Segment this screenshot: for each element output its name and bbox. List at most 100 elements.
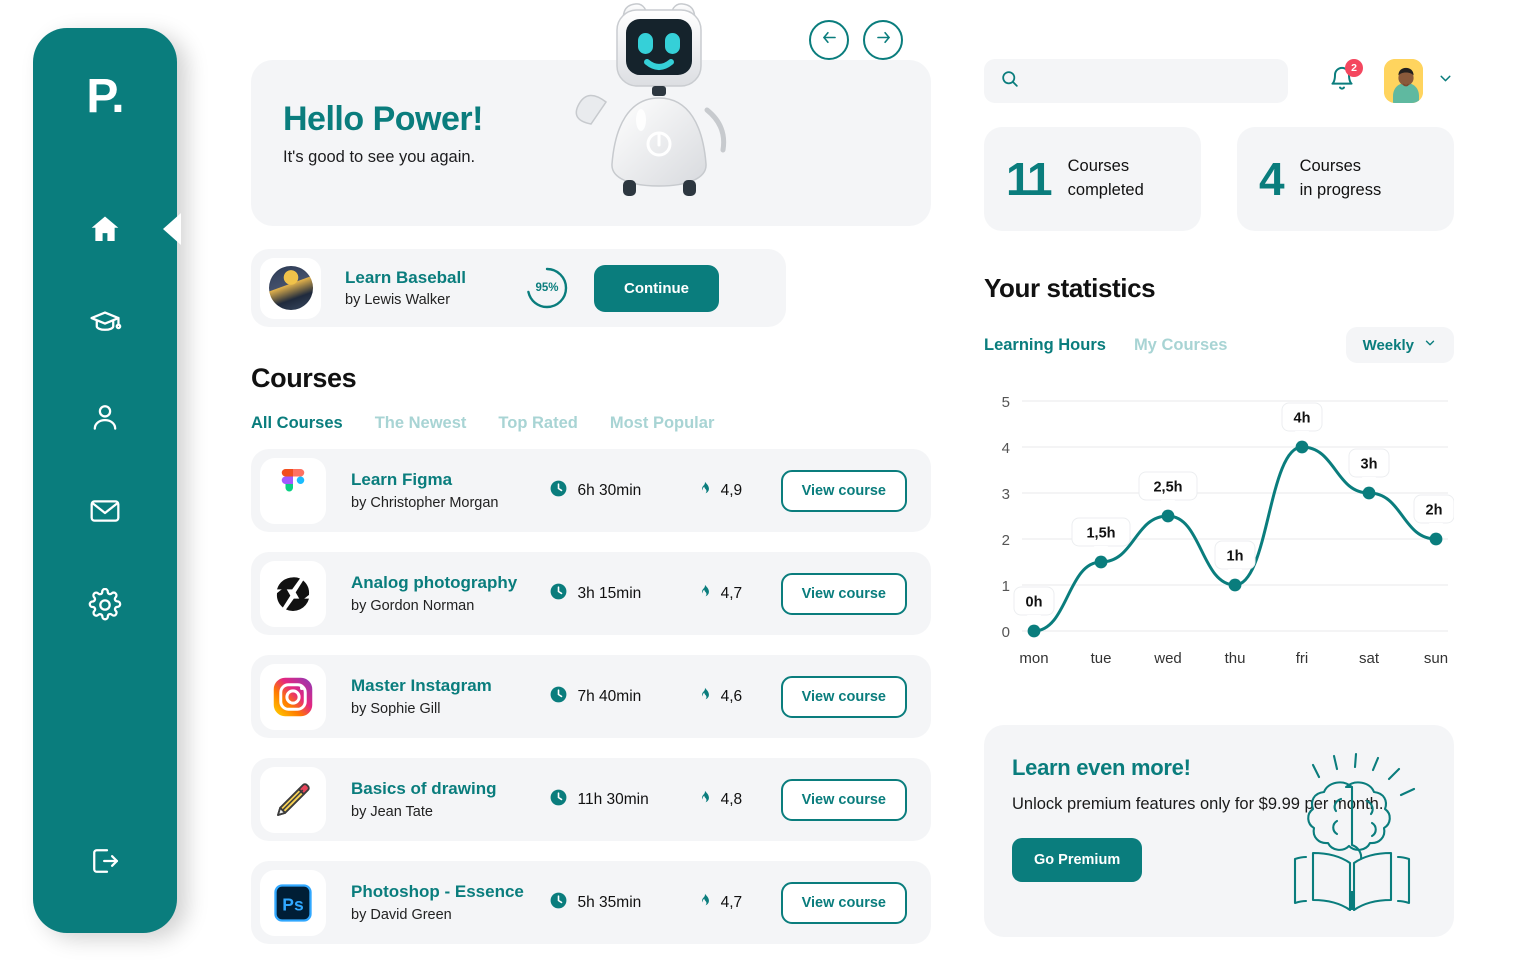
view-course-button[interactable]: View course bbox=[780, 675, 908, 718]
robot-illustration bbox=[575, 3, 727, 196]
course-rating: 4,7 bbox=[697, 891, 781, 915]
view-course-button[interactable]: View course bbox=[780, 881, 908, 924]
figma-icon bbox=[260, 457, 326, 524]
data-label: 4h bbox=[1281, 402, 1323, 440]
chevron-down-icon[interactable] bbox=[1437, 70, 1454, 92]
continue-button[interactable]: Continue bbox=[594, 264, 719, 312]
course-duration-text: 7h 40min bbox=[577, 687, 642, 705]
stat-card-completed: 11 Courses completed bbox=[984, 127, 1201, 231]
sidebar-item-settings[interactable] bbox=[69, 569, 141, 641]
y-axis-tick: 1 bbox=[1002, 578, 1010, 595]
next-button[interactable] bbox=[863, 20, 903, 60]
aperture-icon bbox=[260, 560, 326, 627]
tab-the-newest[interactable]: The Newest bbox=[375, 414, 467, 433]
x-axis-tick: wed bbox=[1153, 650, 1182, 667]
data-point bbox=[1429, 532, 1443, 546]
sidebar-item-profile[interactable] bbox=[69, 381, 141, 453]
range-selector-label: Weekly bbox=[1362, 336, 1414, 354]
view-course-button[interactable]: View course bbox=[780, 778, 908, 821]
course-title: Learn Figma bbox=[351, 470, 453, 489]
y-axis-tick: 0 bbox=[1002, 624, 1010, 641]
course-title: Master Instagram bbox=[351, 676, 492, 695]
search-icon bbox=[1000, 69, 1020, 94]
data-point bbox=[1094, 555, 1108, 569]
view-course-button[interactable]: View course bbox=[780, 572, 908, 615]
avatar[interactable] bbox=[1384, 59, 1423, 103]
table-row[interactable]: Basics of drawing by Jean Tate 11h 30min… bbox=[251, 758, 931, 841]
tab-learning-hours[interactable]: Learning Hours bbox=[984, 336, 1106, 355]
svg-text:4h: 4h bbox=[1294, 411, 1311, 427]
flame-icon bbox=[697, 685, 712, 709]
clock-icon bbox=[549, 685, 568, 709]
pencil-icon bbox=[260, 766, 326, 833]
course-rating-text: 4,8 bbox=[720, 790, 743, 808]
course-text: Analog photography by Gordon Norman bbox=[351, 573, 549, 614]
courses-heading: Courses bbox=[251, 363, 357, 393]
search-bar[interactable] bbox=[984, 59, 1288, 103]
tab-all-courses[interactable]: All Courses bbox=[251, 414, 343, 433]
brain-book-icon bbox=[1293, 752, 1416, 911]
notifications-button[interactable]: 2 bbox=[1328, 58, 1363, 98]
course-rating: 4,8 bbox=[697, 788, 781, 812]
topbar: 2 bbox=[984, 58, 1454, 103]
view-course-button[interactable]: View course bbox=[780, 469, 908, 512]
right-column: 2 11 Courses completed 4 Courses in prog… bbox=[984, 0, 1455, 937]
stat-label: Courses in progress bbox=[1300, 155, 1382, 203]
course-rating: 4,9 bbox=[697, 479, 781, 503]
stat-number: 11 bbox=[1006, 153, 1053, 205]
course-rating-text: 4,6 bbox=[720, 687, 743, 705]
stat-card-in-progress: 4 Courses in progress bbox=[1237, 127, 1454, 231]
data-label: 2h bbox=[1413, 494, 1455, 532]
table-row[interactable]: Ps Photoshop - Essence by David Green 5h… bbox=[251, 861, 931, 944]
prev-button[interactable] bbox=[809, 20, 849, 60]
y-axis-tick: 2 bbox=[1002, 532, 1010, 549]
x-axis-tick: mon bbox=[1019, 650, 1048, 667]
instagram-icon bbox=[260, 663, 326, 730]
go-premium-button[interactable]: Go Premium bbox=[1012, 837, 1143, 882]
data-point bbox=[1228, 578, 1242, 592]
notification-badge: 2 bbox=[1345, 58, 1363, 77]
user-icon bbox=[88, 400, 122, 434]
course-author: by Christopher Morgan bbox=[351, 495, 499, 511]
course-duration-text: 6h 30min bbox=[577, 481, 642, 499]
tab-most-popular[interactable]: Most Popular bbox=[610, 414, 715, 433]
tab-top-rated[interactable]: Top Rated bbox=[498, 414, 577, 433]
flame-icon bbox=[697, 479, 712, 503]
course-duration: 6h 30min bbox=[549, 479, 697, 503]
table-row[interactable]: Analog photography by Gordon Norman 3h 1… bbox=[251, 552, 931, 635]
tab-my-courses[interactable]: My Courses bbox=[1134, 336, 1228, 355]
course-duration: 5h 35min bbox=[549, 891, 697, 915]
app-logo[interactable]: P. bbox=[86, 73, 124, 121]
range-selector[interactable]: Weekly bbox=[1345, 327, 1454, 363]
table-row[interactable]: Master Instagram by Sophie Gill 7h 40min… bbox=[251, 655, 931, 738]
arrow-right-icon bbox=[874, 28, 893, 52]
stat-number: 4 bbox=[1259, 153, 1285, 205]
sidebar-item-home[interactable] bbox=[69, 193, 141, 265]
x-axis-tick: sun bbox=[1424, 650, 1448, 667]
course-title: Photoshop - Essence bbox=[351, 882, 524, 901]
svg-text:Ps: Ps bbox=[282, 894, 304, 914]
course-title: Basics of drawing bbox=[351, 779, 497, 798]
table-row[interactable]: Learn Figma by Christopher Morgan 6h 30m… bbox=[251, 449, 931, 532]
courses-list: Learn Figma by Christopher Morgan 6h 30m… bbox=[251, 449, 931, 944]
course-text: Photoshop - Essence by David Green bbox=[351, 882, 549, 923]
data-label: 1,5h bbox=[1071, 517, 1131, 555]
svg-text:3h: 3h bbox=[1361, 457, 1378, 473]
course-duration-text: 3h 15min bbox=[577, 584, 642, 602]
search-input[interactable] bbox=[1032, 72, 1272, 90]
sidebar-item-messages[interactable] bbox=[69, 475, 141, 547]
sidebar-item-logout[interactable] bbox=[69, 825, 141, 897]
bell-icon bbox=[1328, 66, 1356, 97]
svg-text:2,5h: 2,5h bbox=[1153, 480, 1182, 496]
sidebar-item-courses[interactable] bbox=[69, 287, 141, 359]
hero-banner: Hello Power! It's good to see you again. bbox=[251, 3, 931, 226]
x-axis-tick: thu bbox=[1225, 650, 1246, 667]
stat-label-line1: Courses bbox=[1067, 157, 1130, 176]
main-column: Hello Power! It's good to see you again. bbox=[251, 0, 931, 960]
sidebar: P. bbox=[33, 28, 177, 933]
svg-text:1h: 1h bbox=[1227, 549, 1244, 565]
course-author: by Sophie Gill bbox=[351, 701, 441, 717]
stat-label-line1: Courses bbox=[1299, 157, 1362, 176]
course-thumbnail bbox=[260, 257, 321, 319]
progress-label: 95% bbox=[535, 282, 559, 294]
